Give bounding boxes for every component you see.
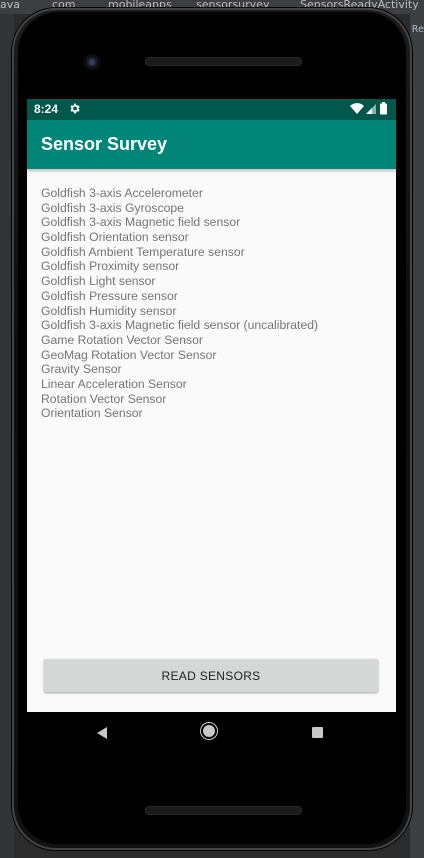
sensor-list-item: Goldfish Humidity sensor [41,303,177,318]
sensor-list-item: Game Rotation Vector Sensor [41,332,203,347]
navigation-bar [27,712,396,754]
gear-icon [68,102,81,118]
sensor-list-item: Goldfish Light sensor [41,274,156,289]
sensor-list-item: Goldfish 3-axis Magnetic field sensor [41,215,241,230]
sensor-list-item: Goldfish Proximity sensor [41,259,180,274]
status-bar: 8:24 [27,99,396,120]
ide-fragment: Re [412,24,424,35]
sensor-list-item: Goldfish 3-axis Magnetic field sensor (u… [41,318,319,333]
sensor-list-item: GeoMag Rotation Vector Sensor [41,347,217,362]
recents-icon[interactable] [307,722,329,744]
top-speaker [145,57,302,66]
ide-tab[interactable]: ava [0,0,20,11]
bottom-speaker [145,806,302,815]
app-title: Sensor Survey [41,134,168,154]
back-icon[interactable] [91,722,113,744]
sensor-list-item: Goldfish Ambient Temperature sensor [41,244,245,259]
wifi-icon [350,103,364,114]
sensor-list-item: Goldfish Orientation sensor [41,230,189,245]
read-sensors-button[interactable]: READ SENSORS [44,659,378,692]
device-screen: 8:24 Sensor Survey Goldfish 3-axis Accel… [27,99,396,712]
status-time: 8:24 [34,102,59,116]
sensor-list-item: Goldfish Pressure sensor [41,288,178,303]
sensor-list-item: Goldfish 3-axis Accelerometer [41,186,203,200]
sensor-list: Goldfish 3-axis Accelerometer Goldfish 3… [41,186,318,421]
signal-icon [366,104,376,114]
sensor-list-item: Linear Acceleration Sensor [41,376,187,391]
camera-icon [84,54,100,70]
sensor-list-item: Goldfish 3-axis Gyroscope [41,200,184,215]
home-icon[interactable] [200,722,222,744]
sensor-list-item: Rotation Vector Sensor [41,391,167,406]
sensor-list-item: Orientation Sensor [41,406,143,421]
sensor-list-item: Gravity Sensor [41,362,122,377]
status-icons [350,102,390,118]
battery-icon [380,102,387,115]
ide-right-gutter: Re [410,14,424,858]
app-bar: Sensor Survey [27,120,396,169]
